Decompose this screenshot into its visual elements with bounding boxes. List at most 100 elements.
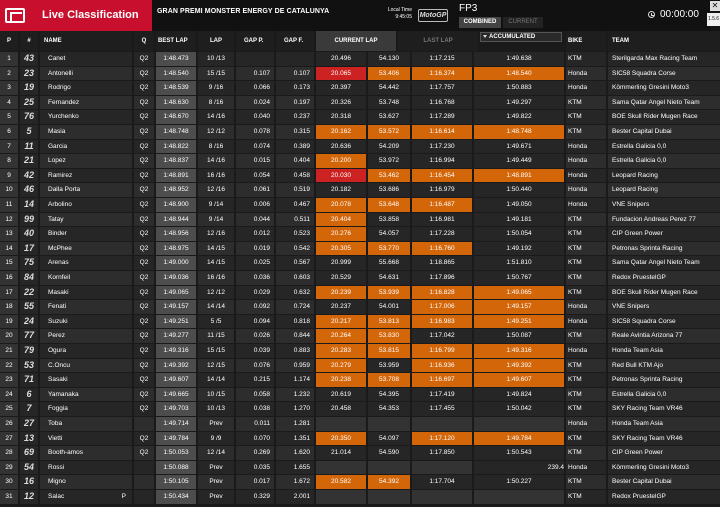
rider-name: Sasaki — [40, 373, 132, 387]
bike: Honda — [566, 417, 606, 431]
rider-name: Yamanaka — [40, 387, 132, 402]
gap-previous: 0.076 — [236, 358, 274, 373]
gap-first: 1.174 — [276, 373, 314, 387]
col-header-lap: LAP — [198, 31, 234, 51]
rider-name: McPhee — [40, 241, 132, 256]
table-row[interactable]: 26 27 Toba 1:49.714 Prev 0.011 1.281 Honda Honda… — [0, 417, 720, 432]
rider-number: 77 — [20, 329, 38, 343]
position: 15 — [0, 256, 18, 270]
best-lap: 1:49.277 — [156, 329, 196, 343]
sector-3: 1:17.230 — [412, 139, 472, 154]
table-row[interactable]: 12 99 Tatay Q2 1:48.944 9 /14 0.044 0.511 20.404… — [0, 212, 720, 228]
table-row[interactable]: 23 71 Sasaki Q2 1:49.607 14 /14 0.215 1.174 20.2… — [0, 373, 720, 388]
lap-count: 12 /15 — [198, 358, 234, 373]
lap-count: 16 /16 — [198, 271, 234, 285]
table-row[interactable]: 17 22 Masaki Q2 1:49.065 12 /12 0.029 0.632 20.2… — [0, 285, 720, 301]
table-row[interactable]: 11 14 Arbolino Q2 1:48.900 9 /14 0.006 0.467 20.… — [0, 198, 720, 213]
gap-previous: 0.058 — [236, 387, 274, 402]
table-row[interactable]: 24 6 Yamanaka Q2 1:49.665 10 /15 0.058 1.232 20.… — [0, 387, 720, 403]
sector-1: 20.305 — [316, 241, 366, 256]
table-row[interactable]: 6 5 Masia Q2 1:48.748 12 /12 0.078 0.315 20.162 5… — [0, 125, 720, 140]
col-header-q: Q — [134, 31, 154, 51]
table-row[interactable]: 29 54 Rossi 1:50.088 Prev 0.035 1.655 239.4 Hond… — [0, 460, 720, 476]
bike: KTM — [566, 52, 606, 66]
col-header-name: NAME — [40, 31, 132, 51]
table-row[interactable]: 1 43 Canet Q2 1:48.473 10 /13 20.496 54.130 1:17… — [0, 52, 720, 67]
table-row[interactable]: 9 42 Ramirez Q2 1:48.891 16 /16 0.054 0.458 20.0… — [0, 168, 720, 184]
table-row[interactable]: 14 17 McPhee Q2 1:48.975 14 /15 0.019 0.542 20.3… — [0, 241, 720, 257]
bike: KTM — [566, 402, 606, 416]
table-row[interactable]: 16 84 Kornfeil Q2 1:49.036 16 /16 0.036 0.603 20… — [0, 271, 720, 286]
team: VNE Snipers — [608, 198, 720, 212]
sector-1: 20.458 — [316, 402, 366, 416]
tab-current-lap[interactable]: CURRENT LAP — [316, 31, 396, 51]
tab-last-lap[interactable]: LAST LAP — [398, 31, 478, 51]
table-row[interactable]: 31 12 Salac P 1:50.434 Prev 0.329 2.001 KTM Redox… — [0, 490, 720, 505]
table-row[interactable]: 30 16 Migno 1:50.105 Prev 0.017 1.672 20.582 54.… — [0, 475, 720, 490]
classification-table: P # NAME Q BEST LAP LAP GAP P. GAP F. CU… — [0, 31, 720, 507]
gap-first: 0.404 — [276, 154, 314, 168]
sector-1: 20.239 — [316, 285, 366, 300]
col-header-p: P — [0, 31, 18, 51]
gap-previous: 0.006 — [236, 198, 274, 212]
sector-3: 1:17.215 — [412, 52, 472, 66]
table-row[interactable]: 13 40 Binder Q2 1:48.956 12 /16 0.012 0.523 20.2… — [0, 227, 720, 242]
gap-previous: 0.066 — [236, 81, 274, 95]
accumulated-dropdown[interactable]: ACCUMULATED — [480, 32, 562, 42]
rider-name: Masaki — [40, 285, 132, 300]
table-row[interactable]: 21 79 Ogura Q2 1:49.316 15 /15 0.039 0.883 20.28… — [0, 344, 720, 359]
best-lap: 1:49.065 — [156, 285, 196, 300]
table-row[interactable]: 15 75 Arenas Q2 1:49.000 14 /15 0.025 0.567 20.9… — [0, 256, 720, 271]
tab-combined[interactable]: COMBINED — [459, 17, 501, 28]
table-row[interactable]: 10 46 Dalla Porta Q2 1:48.952 12 /16 0.061 0.51… — [0, 183, 720, 198]
best-lap: 1:48.473 — [156, 52, 196, 66]
gap-first: 2.001 — [276, 490, 314, 504]
qualifying-group: Q2 — [134, 300, 154, 314]
table-row[interactable]: 4 25 Fernandez Q2 1:48.630 8 /16 0.024 0.197 20.… — [0, 95, 720, 111]
best-lap: 1:49.392 — [156, 358, 196, 373]
sector-2: 54.057 — [368, 227, 410, 241]
bike: Honda — [566, 139, 606, 154]
table-row[interactable]: 5 76 Yurchenko Q2 1:48.670 14 /16 0.040 0.237 20… — [0, 110, 720, 125]
rider-name: Lopez — [40, 154, 132, 168]
gap-previous: 0.054 — [236, 168, 274, 183]
sector-2: 54.353 — [368, 402, 410, 416]
sector-1: 20.237 — [316, 300, 366, 314]
table-row[interactable]: 18 55 Fenati Q2 1:49.157 14 /14 0.092 0.724 20.2… — [0, 300, 720, 315]
position: 28 — [0, 446, 18, 460]
lap-count: 10 /13 — [198, 402, 234, 416]
table-row[interactable]: 25 7 Foggia Q2 1:49.703 10 /13 0.038 1.270 20.45… — [0, 402, 720, 417]
position: 31 — [0, 490, 18, 504]
position: 13 — [0, 227, 18, 241]
bike: KTM — [566, 358, 606, 373]
position: 11 — [0, 198, 18, 212]
table-row[interactable]: 28 69 Booth-amos Q2 1:50.053 12 /14 0.269 1.620… — [0, 446, 720, 461]
position: 23 — [0, 373, 18, 387]
table-row[interactable]: 7 11 Garcia Q2 1:48.822 8 /16 0.074 0.389 20.636… — [0, 139, 720, 155]
best-lap: 1:49.714 — [156, 417, 196, 431]
best-lap: 1:50.434 — [156, 490, 196, 504]
lap-count: 8 /16 — [198, 95, 234, 110]
table-row[interactable]: 22 53 C.Oncu Q2 1:49.392 12 /15 0.076 0.959 20.2… — [0, 358, 720, 374]
qualifying-group: Q2 — [134, 431, 154, 446]
accumulated-time: 1:48.540 — [474, 66, 564, 81]
table-row[interactable]: 2 23 Antonelli Q2 1:48.540 15 /15 0.107 0.107 20… — [0, 66, 720, 82]
table-row[interactable]: 19 24 Suzuki Q2 1:49.251 5 /5 0.094 0.818 20.217… — [0, 314, 720, 330]
close-button[interactable]: ✕ — [710, 1, 720, 11]
rider-number: 79 — [20, 344, 38, 358]
best-lap: 1:49.784 — [156, 431, 196, 446]
lap-count: 12 /14 — [198, 446, 234, 460]
position: 18 — [0, 300, 18, 314]
position: 25 — [0, 402, 18, 416]
table-row[interactable]: 3 19 Rodrigo Q2 1:48.539 9 /16 0.066 0.173 20.39… — [0, 81, 720, 96]
tab-current[interactable]: CURRENT — [503, 17, 543, 28]
sector-2: 53.572 — [368, 125, 410, 139]
rider-number: 27 — [20, 417, 38, 431]
table-row[interactable]: 27 13 Vietti Q2 1:49.784 9 /9 0.070 1.351 20.350… — [0, 431, 720, 447]
qualifying-group: Q2 — [134, 329, 154, 343]
table-row[interactable]: 8 21 Lopez Q2 1:48.837 14 /16 0.015 0.404 20.200… — [0, 154, 720, 169]
pit-flag: P — [121, 493, 126, 500]
table-row[interactable]: 20 77 Perez Q2 1:49.277 11 /15 0.026 0.844 20.26… — [0, 329, 720, 344]
rider-name: Fenati — [40, 300, 132, 314]
team: Bester Capital Dubai — [608, 475, 720, 489]
